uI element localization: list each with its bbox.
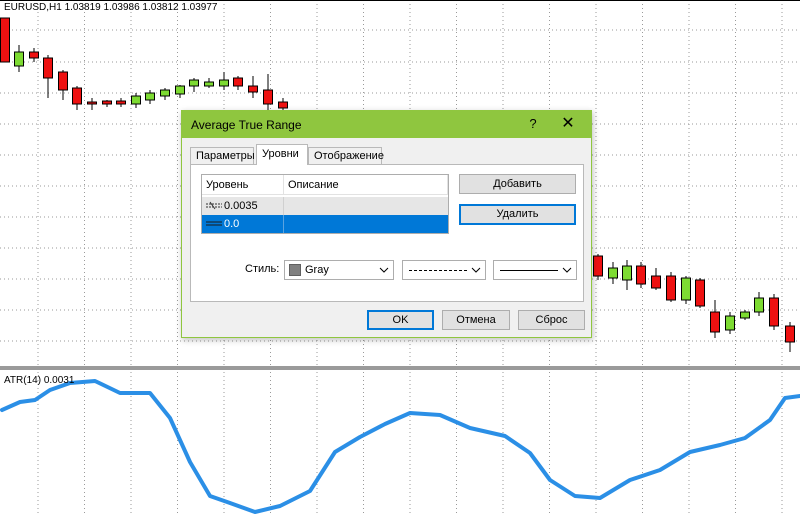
bull-candle [725, 315, 735, 331]
bear-candle [29, 51, 39, 59]
dialog-title: Average True Range [191, 118, 302, 132]
levels-list[interactable]: Уровень Описание 0.0035 0.0 [201, 174, 449, 234]
bear-candle [0, 17, 10, 63]
dialog-titlebar[interactable]: Average True Range ? ✕ [182, 111, 591, 138]
reset-button[interactable]: Сброс [518, 310, 585, 330]
bull-candle [740, 311, 750, 319]
bull-candle [204, 81, 214, 87]
bear-candle [58, 71, 68, 91]
bull-candle [145, 92, 155, 101]
cancel-button[interactable]: Отмена [442, 310, 510, 330]
bear-candle [87, 101, 97, 105]
atr-properties-dialog: Average True Range ? ✕ Параметры Уровни … [181, 110, 592, 338]
bear-candle [636, 265, 646, 285]
dashed-line-icon [206, 201, 222, 209]
bull-candle [189, 79, 199, 87]
bear-candle [710, 311, 720, 333]
style-label: Стиль: [245, 263, 280, 275]
pane-separator [0, 366, 800, 370]
color-swatch [289, 264, 301, 276]
color-select[interactable]: Gray [284, 260, 394, 280]
bear-candle [248, 85, 258, 93]
bear-candle [666, 275, 676, 301]
level-value: 0.0 [224, 218, 240, 230]
level-description [284, 215, 448, 233]
bull-candle [14, 51, 24, 67]
level-value: 0.0035 [224, 200, 258, 212]
tab-display[interactable]: Отображение [308, 147, 384, 164]
bear-candle [233, 77, 243, 87]
bull-candle [131, 95, 141, 105]
bear-candle [102, 100, 112, 105]
level-description [284, 197, 448, 215]
bear-candle [593, 255, 603, 277]
dashed-line-preview [409, 270, 467, 271]
chevron-down-icon [562, 267, 572, 273]
line-width-select[interactable] [493, 260, 577, 280]
bear-candle [785, 325, 795, 343]
column-header-level[interactable]: Уровень [202, 175, 284, 195]
bear-candle [72, 87, 82, 105]
help-button[interactable]: ? [523, 115, 543, 133]
chevron-down-icon [379, 267, 389, 273]
bull-candle [608, 267, 618, 279]
tab-levels[interactable]: Уровни [256, 144, 308, 165]
tab-parameters[interactable]: Параметры [190, 147, 255, 164]
delete-level-button[interactable]: Удалить [459, 204, 576, 225]
line-style-select[interactable] [402, 260, 486, 280]
chevron-down-icon [471, 267, 481, 273]
bear-candle [769, 297, 779, 327]
level-row-selected[interactable]: 0.0 [202, 215, 448, 233]
bear-candle [651, 275, 661, 289]
close-button[interactable]: ✕ [557, 114, 579, 134]
color-value: Gray [305, 264, 329, 276]
symbol-label: EURUSD,H1 1.03819 1.03986 1.03812 1.0397… [4, 2, 218, 13]
level-row[interactable]: 0.0035 [202, 197, 448, 215]
levels-panel: Уровень Описание 0.0035 0.0 Добавить Уда… [190, 164, 584, 302]
bull-candle [754, 297, 764, 313]
atr-line [0, 379, 800, 514]
solid-line-icon [206, 221, 222, 226]
bull-candle [160, 89, 170, 97]
solid-line-preview [500, 270, 558, 271]
ok-button[interactable]: OK [367, 310, 434, 330]
bull-candle [175, 85, 185, 95]
bear-candle [278, 101, 288, 109]
add-level-button[interactable]: Добавить [459, 174, 576, 194]
column-header-description[interactable]: Описание [284, 175, 448, 195]
bull-candle [219, 79, 229, 87]
indicator-label: ATR(14) 0.0031 [4, 375, 75, 386]
bear-candle [43, 57, 53, 79]
bear-candle [116, 100, 126, 105]
bear-candle [263, 89, 273, 105]
bear-candle [695, 279, 705, 307]
bull-candle [681, 277, 691, 301]
bull-candle [622, 265, 632, 281]
